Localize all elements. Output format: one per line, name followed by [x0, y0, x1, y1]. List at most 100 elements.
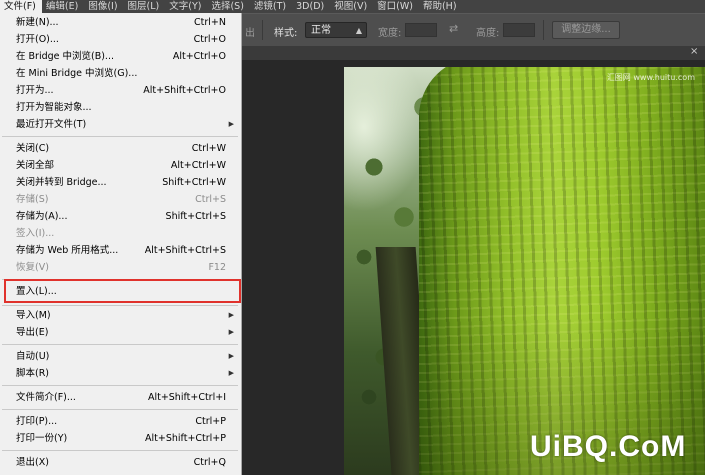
menu-item-open-as-smart-object[interactable]: 打开为智能对象... — [0, 99, 240, 116]
menu-file[interactable]: 文件(F) — [0, 0, 42, 13]
menu-item-label: 最近打开文件(T) — [16, 119, 87, 130]
menu-item-shortcut: Alt+Shift+Ctrl+P — [145, 433, 226, 444]
menu-type[interactable]: 文字(Y) — [165, 0, 207, 13]
menu-item-shortcut: Alt+Shift+Ctrl+I — [147, 392, 226, 403]
menu-item-label: 在 Mini Bridge 中浏览(G)... — [16, 68, 138, 79]
menu-item-shortcut: Alt+Ctrl+O — [172, 51, 226, 62]
menu-item-label: 打开为... — [16, 85, 54, 96]
width-input[interactable] — [405, 23, 437, 37]
menu-item-label: 在 Bridge 中浏览(B)... — [16, 51, 114, 62]
menu-select[interactable]: 选择(S) — [207, 0, 249, 13]
submenu-arrow-icon: ▶ — [228, 120, 234, 128]
menu-item-automate[interactable]: 自动(U) ▶ — [0, 348, 240, 365]
huitu-watermark: 汇图网 www.huitu.com — [606, 73, 695, 82]
menu-item-label: 置入(L)... — [16, 286, 57, 297]
height-label: 高度: — [476, 28, 500, 39]
menu-item-label: 打开(O)... — [16, 34, 59, 45]
menu-separator — [2, 409, 238, 410]
width-label: 宽度: — [378, 28, 402, 39]
menu-item-label: 存储(S) — [16, 194, 49, 205]
menu-item-label: 自动(U) — [16, 351, 50, 362]
menu-item-label: 导入(M) — [16, 310, 51, 321]
menu-item-save-for-web[interactable]: 存储为 Web 所用格式... Alt+Shift+Ctrl+S — [0, 242, 240, 259]
menu-layer[interactable]: 图层(L) — [124, 0, 166, 13]
menu-item-label: 关闭全部 — [16, 160, 55, 171]
menu-separator — [2, 344, 238, 345]
menu-item-print-one-copy[interactable]: 打印一份(Y) Alt+Shift+Ctrl+P — [0, 430, 240, 447]
menu-item-label: 打开为智能对象... — [16, 102, 92, 113]
menu-help[interactable]: 帮助(H) — [419, 0, 463, 13]
menu-item-label: 关闭(C) — [16, 143, 50, 154]
menu-separator — [2, 305, 238, 306]
menu-item-open[interactable]: 打开(O)... Ctrl+O — [0, 31, 240, 48]
site-logo-watermark: UiBQ.CoM — [530, 430, 700, 470]
style-select[interactable]: 正常 ▲︎ — [305, 22, 367, 38]
menu-item-shortcut: Ctrl+N — [194, 17, 226, 28]
menu-item-label: 导出(E) — [16, 327, 49, 338]
menu-item-label: 文件简介(F)... — [16, 392, 76, 403]
menu-3d[interactable]: 3D(D) — [292, 0, 330, 13]
menu-item-exit[interactable]: 退出(X) Ctrl+Q — [0, 454, 240, 471]
menu-item-shortcut: Ctrl+Q — [193, 457, 226, 468]
menu-item-label: 存储为 Web 所用格式... — [16, 245, 119, 256]
menu-item-close-go-bridge[interactable]: 关闭并转到 Bridge... Shift+Ctrl+W — [0, 174, 240, 191]
menu-item-shortcut: Ctrl+O — [193, 34, 226, 45]
menu-item-label: 新建(N)... — [16, 17, 59, 28]
menu-item-browse-bridge[interactable]: 在 Bridge 中浏览(B)... Alt+Ctrl+O — [0, 48, 240, 65]
menu-item-new[interactable]: 新建(N)... Ctrl+N — [0, 14, 240, 31]
menu-item-label: 脚本(R) — [16, 368, 50, 379]
swap-icon[interactable]: ⇄ — [449, 22, 458, 35]
menu-filter[interactable]: 滤镜(T) — [250, 0, 292, 13]
menu-item-shortcut: Alt+Shift+Ctrl+O — [143, 85, 226, 96]
menu-item-label: 关闭并转到 Bridge... — [16, 177, 107, 188]
menu-item-browse-mini-bridge[interactable]: 在 Mini Bridge 中浏览(G)... — [0, 65, 240, 82]
menu-item-save-as[interactable]: 存储为(A)... Shift+Ctrl+S — [0, 208, 240, 225]
menu-item-shortcut: Shift+Ctrl+S — [165, 211, 226, 222]
file-menu-dropdown: 新建(N)... Ctrl+N 打开(O)... Ctrl+O 在 Bridge… — [0, 13, 242, 475]
menu-image[interactable]: 图像(I) — [84, 0, 123, 13]
menu-separator — [2, 385, 238, 386]
menu-item-recent-files[interactable]: 最近打开文件(T) ▶ — [0, 116, 240, 133]
menu-item-check-in[interactable]: 签入(I)... — [0, 225, 240, 242]
menu-item-revert[interactable]: 恢复(V) F12 — [0, 259, 240, 276]
menu-item-place[interactable]: 置入(L)... — [0, 283, 240, 300]
options-separator — [262, 20, 263, 40]
refine-edge-button[interactable]: 调整边缘... — [552, 21, 620, 39]
menu-item-label: 打印(P)... — [16, 416, 58, 427]
menu-edit[interactable]: 编辑(E) — [42, 0, 84, 13]
menu-item-label: 存储为(A)... — [16, 211, 68, 222]
menu-item-label: 恢复(V) — [16, 262, 49, 273]
menu-item-close[interactable]: 关闭(C) Ctrl+W — [0, 140, 240, 157]
menu-item-shortcut: Ctrl+W — [191, 143, 226, 154]
menu-item-print[interactable]: 打印(P)... Ctrl+P — [0, 413, 240, 430]
menu-item-export[interactable]: 导出(E) ▶ — [0, 324, 240, 341]
menu-item-label: 签入(I)... — [16, 228, 55, 239]
menu-item-save[interactable]: 存储(S) Ctrl+S — [0, 191, 240, 208]
logo-watermark-text: UiBQ.CoM — [530, 430, 687, 463]
menu-item-shortcut: Ctrl+P — [195, 416, 226, 427]
height-input[interactable] — [503, 23, 535, 37]
options-separator — [543, 20, 544, 40]
options-partial-label: 出 — [245, 28, 255, 39]
menu-item-shortcut: Alt+Shift+Ctrl+S — [144, 245, 226, 256]
menu-item-shortcut: Ctrl+S — [195, 194, 226, 205]
menu-item-open-as[interactable]: 打开为... Alt+Shift+Ctrl+O — [0, 82, 240, 99]
style-label: 样式: — [274, 28, 298, 39]
menu-bar: 文件(F) 编辑(E) 图像(I) 图层(L) 文字(Y) 选择(S) 滤镜(T… — [0, 0, 705, 13]
menu-item-shortcut: F12 — [208, 262, 226, 273]
submenu-arrow-icon: ▶ — [228, 328, 234, 336]
menu-item-label: 退出(X) — [16, 457, 49, 468]
menu-item-shortcut: Alt+Ctrl+W — [170, 160, 226, 171]
menu-item-file-info[interactable]: 文件简介(F)... Alt+Shift+Ctrl+I — [0, 389, 240, 406]
menu-item-close-all[interactable]: 关闭全部 Alt+Ctrl+W — [0, 157, 240, 174]
menu-separator — [2, 279, 238, 280]
menu-item-import[interactable]: 导入(M) ▶ — [0, 307, 240, 324]
document-tab-strip: × — [242, 46, 705, 60]
chevron-down-icon: ▲︎ — [355, 26, 362, 35]
close-icon[interactable]: × — [690, 46, 698, 57]
menu-window[interactable]: 窗口(W) — [373, 0, 419, 13]
menu-item-label: 打印一份(Y) — [16, 433, 68, 444]
menu-item-scripts[interactable]: 脚本(R) ▶ — [0, 365, 240, 382]
menu-view[interactable]: 视图(V) — [330, 0, 373, 13]
document-image: 汇图网 www.huitu.com — [344, 67, 705, 475]
